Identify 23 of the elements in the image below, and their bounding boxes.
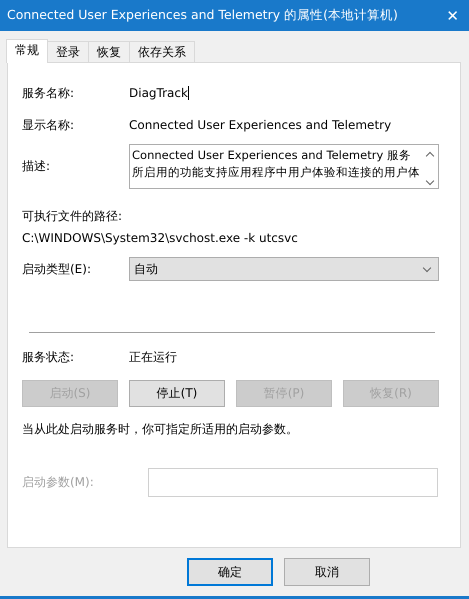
startup-type-dropdown[interactable]: 自动 <box>129 257 439 281</box>
description-text: Connected User Experiences and Telemetry 服务所启用的功能支持应用程序中用户体验和连接的用户体 <box>132 147 421 181</box>
field-label: 服务状态: <box>22 349 76 366</box>
field-label: 描述: <box>22 158 52 175</box>
service-button[interactable]: 停止(T) <box>129 380 225 407</box>
tab[interactable]: 常规 <box>6 39 48 63</box>
note-text: 当从此处启动服务时，你可指定所适用的启动参数。 <box>22 421 299 438</box>
tab[interactable]: 依存关系 <box>129 41 195 62</box>
parameters-field[interactable] <box>148 468 438 497</box>
field-label: 显示名称: <box>22 116 76 134</box>
display-name: Connected User Experiences and Telemetry <box>129 118 392 132</box>
field-label: 启动类型(E): <box>22 260 92 278</box>
field-label: 服务名称: <box>22 84 76 102</box>
cancel-button[interactable]: 取消 <box>284 558 370 586</box>
ok-button[interactable]: 确定 <box>187 558 273 586</box>
path-text: C:\WINDOWS\System32\svchost.exe -k utcsvc <box>22 231 299 245</box>
window-title: Connected User Experiences and Telemetry 的属性(本地计算机) <box>7 7 398 24</box>
close-button[interactable]: ✕ <box>446 6 459 24</box>
field-label: 启动参数(M): <box>22 474 95 491</box>
field-label: 可执行文件的路径: <box>22 208 124 225</box>
service-name-field[interactable]: DiagTrack <box>129 86 189 100</box>
status-text: 正在运行 <box>129 349 177 366</box>
description-field[interactable]: Connected User Experiences and Telemetry 服务所启用的功能支持应用程序中用户体验和连接的用户体 <box>129 144 439 189</box>
